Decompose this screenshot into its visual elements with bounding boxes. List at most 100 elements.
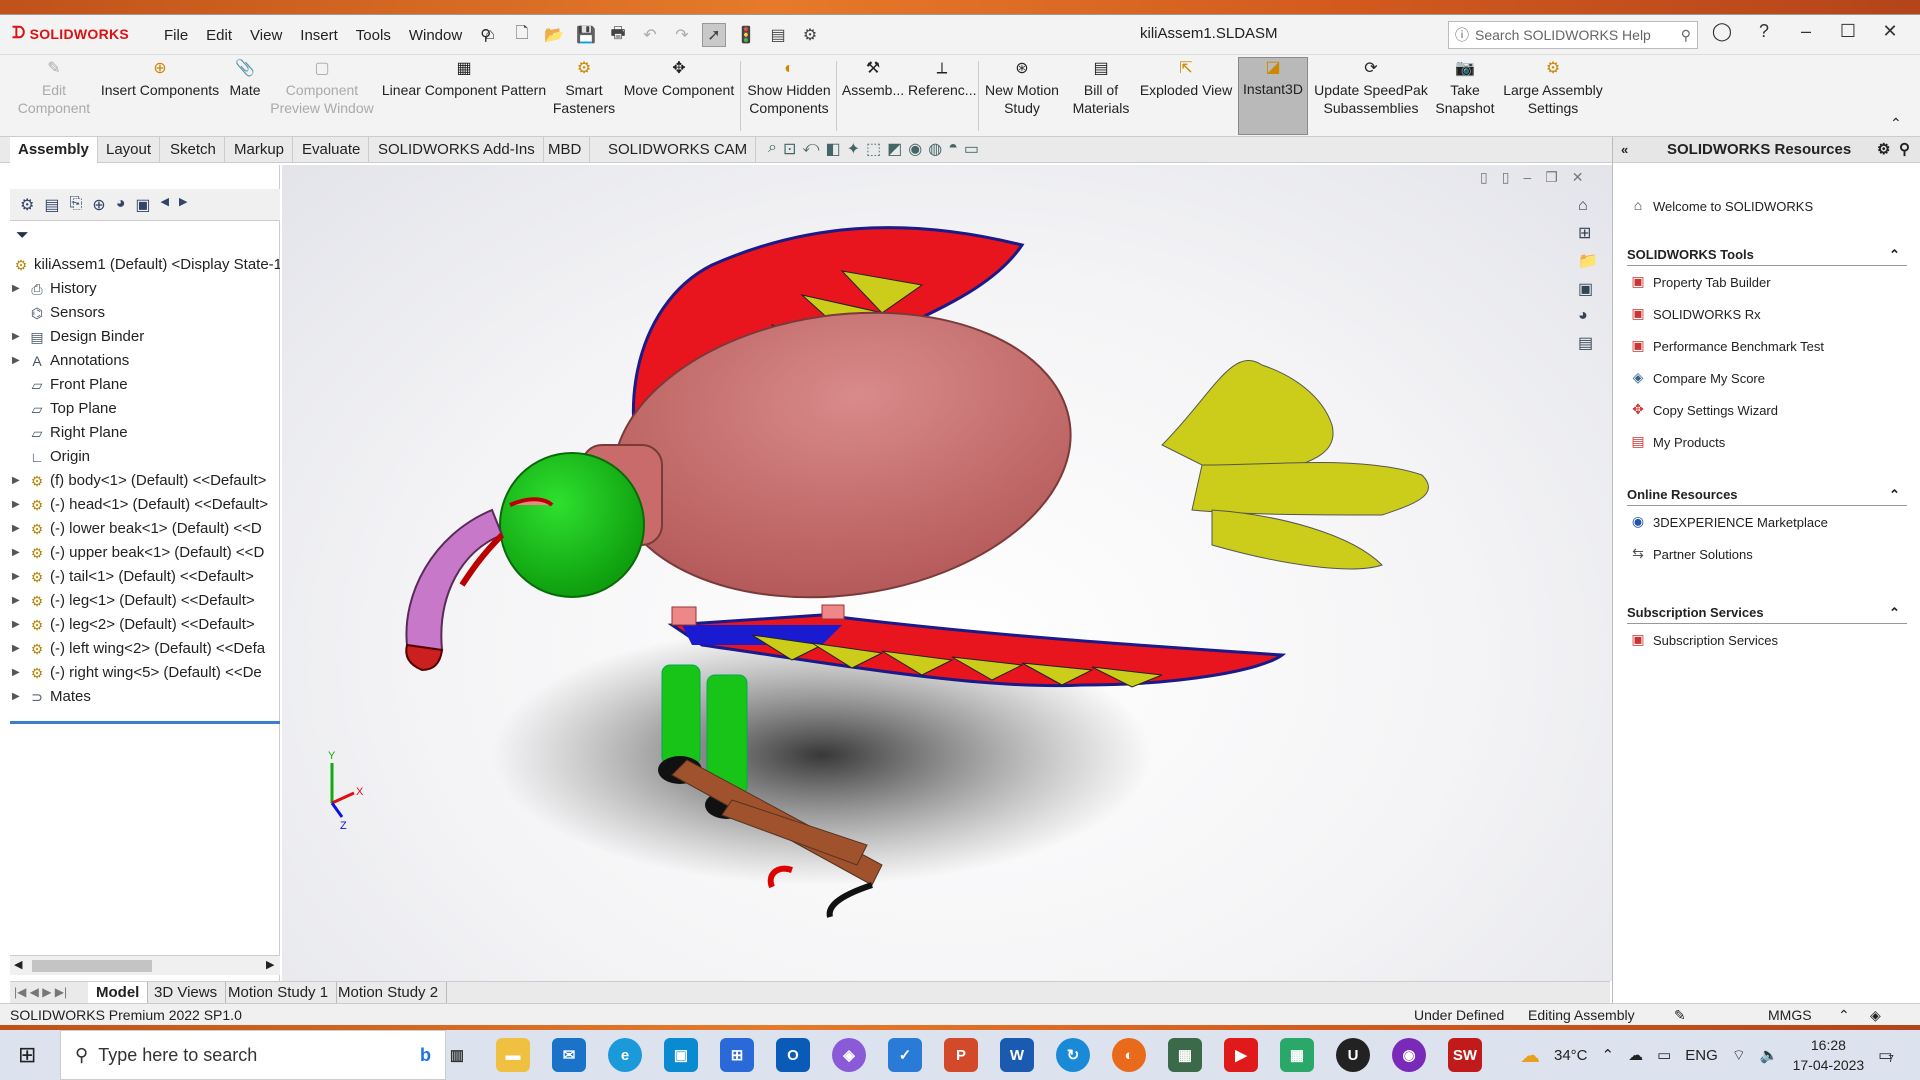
network-icon[interactable]: ☁	[1628, 1046, 1643, 1064]
tree-item[interactable]: ▶ ▤ Design Binder	[10, 325, 280, 349]
undo-icon[interactable]: ↶	[638, 23, 662, 47]
head[interactable]	[499, 452, 645, 598]
tree-item[interactable]: ▶ ⚙ (-) head<1> (Default) <<Default>	[10, 493, 280, 517]
collapse-pane-icon[interactable]: «	[1621, 137, 1628, 163]
options-gear-icon[interactable]: ⚙	[798, 23, 822, 47]
tab-cam[interactable]: SOLIDWORKS CAM	[600, 137, 757, 163]
weather-icon[interactable]: ☁	[1520, 1043, 1540, 1068]
take-snapshot-button[interactable]: 📷 Take Snapshot	[1432, 59, 1498, 117]
welcome-link[interactable]: ⌂ Welcome to SOLIDWORKS	[1629, 197, 1813, 215]
solidworks-rx-link[interactable]: ▣ SOLIDWORKS Rx	[1629, 305, 1760, 323]
tree-item[interactable]: ▶ ⚙ (-) tail<1> (Default) <<Default>	[10, 565, 280, 589]
edit-appearance-icon[interactable]: ◍	[928, 139, 942, 159]
large-assembly-settings-button[interactable]: ⚙ Large Assembly Settings	[1500, 59, 1606, 117]
bing-icon[interactable]: b	[420, 1045, 431, 1066]
file-explorer-icon[interactable]: 📁	[1578, 251, 1606, 271]
solidworks-taskbar-icon[interactable]: SW	[1448, 1038, 1482, 1072]
menu-file[interactable]: File	[155, 27, 197, 44]
horizontal-scrollbar[interactable]: ◀ ▶	[10, 955, 280, 975]
custom-properties-icon[interactable]: ▤	[1578, 333, 1606, 353]
customize-status-icon[interactable]: ◈	[1870, 1004, 1881, 1026]
units-dropdown-icon[interactable]: ⌃	[1838, 1004, 1850, 1026]
expand-arrow-icon[interactable]: ▶	[12, 637, 24, 661]
game-icon[interactable]: ◉	[1392, 1038, 1426, 1072]
dynamic-annotation-icon[interactable]: ✦	[847, 139, 860, 159]
compare-score-link[interactable]: ◈ Compare My Score	[1629, 369, 1765, 387]
tree-item[interactable]: ▱ Front Plane	[10, 373, 280, 397]
dimxpert-icon[interactable]: ⊕	[92, 195, 105, 214]
split-view-icon[interactable]: ▯	[1480, 169, 1488, 186]
menu-insert[interactable]: Insert	[291, 27, 347, 44]
scroll-left-icon[interactable]: ◀	[160, 195, 168, 214]
mate-button[interactable]: 📎 Mate	[222, 59, 268, 99]
taskbar-search-input[interactable]: ⚲ Type here to search b	[60, 1030, 446, 1080]
expand-arrow-icon[interactable]: ▶	[12, 277, 24, 301]
select-arrow-icon[interactable]: ➚	[702, 23, 726, 47]
viewport-minimize-icon[interactable]: –	[1523, 169, 1531, 186]
language-indicator[interactable]: ENG	[1685, 1047, 1718, 1064]
word-icon[interactable]: W	[1000, 1038, 1034, 1072]
tab-mbd[interactable]: MBD	[540, 137, 591, 163]
todo-icon[interactable]: ✓	[888, 1038, 922, 1072]
component-preview-window-button[interactable]: ▢ Component Preview Window	[270, 59, 374, 117]
outlook-icon[interactable]: O	[776, 1038, 810, 1072]
tree-item[interactable]: ▶ ⊃ Mates	[10, 685, 280, 709]
tab-motion-study-2[interactable]: Motion Study 2	[330, 982, 448, 1004]
tree-item[interactable]: ∟ Origin	[10, 445, 280, 469]
home-icon[interactable]: ⌂	[478, 23, 502, 47]
tree-item[interactable]: ▶ ⚙ (-) leg<2> (Default) <<Default>	[10, 613, 280, 637]
save-icon[interactable]: 💾	[574, 23, 598, 47]
collapse-ribbon-icon[interactable]: ⌃	[1890, 115, 1902, 132]
battery-icon[interactable]: ▭	[1657, 1046, 1671, 1064]
tree-item[interactable]: ▶ ⚙ (-) leg<1> (Default) <<Default>	[10, 589, 280, 613]
tools-section-header[interactable]: SOLIDWORKS Tools ⌃	[1627, 247, 1907, 266]
viewport-restore-icon[interactable]: ❐	[1545, 169, 1558, 186]
edit-component-button[interactable]: ✎ Edit Component	[6, 59, 102, 117]
marketplace-link[interactable]: ◉ 3DEXPERIENCE Marketplace	[1629, 513, 1828, 531]
youtube-icon[interactable]: ▶	[1224, 1038, 1258, 1072]
rollback-bar[interactable]	[10, 721, 280, 724]
partner-solutions-link[interactable]: ⇆ Partner Solutions	[1629, 545, 1753, 563]
sheets-icon[interactable]: ▦	[1280, 1038, 1314, 1072]
online-section-header[interactable]: Online Resources ⌃	[1627, 487, 1907, 506]
scroll-right-icon[interactable]: ▶	[179, 195, 187, 214]
scroll-thumb[interactable]	[32, 960, 152, 972]
expand-arrow-icon[interactable]: ▶	[12, 613, 24, 637]
open-folder-icon[interactable]: 📂	[542, 23, 566, 47]
print-icon[interactable]: 🖶	[606, 23, 630, 47]
filter-icon[interactable]: ⏷	[16, 227, 29, 245]
clock[interactable]: 16:28 17-04-2023	[1793, 1035, 1865, 1075]
apply-scene-icon[interactable]: ◓	[948, 139, 958, 159]
tree-item[interactable]: ▶ A Annotations	[10, 349, 280, 373]
solidworks-logo[interactable]: ᗪ SOLIDWORKS	[12, 25, 129, 43]
menu-edit[interactable]: Edit	[197, 27, 241, 44]
hide-show-icon[interactable]: ◉	[908, 139, 922, 159]
property-manager-icon[interactable]: ▤	[44, 195, 59, 214]
unity-icon[interactable]: U	[1336, 1038, 1370, 1072]
file-properties-icon[interactable]: ▤	[766, 23, 790, 47]
move-component-button[interactable]: ✥ Move Component	[620, 59, 738, 99]
temperature[interactable]: 34°C	[1554, 1047, 1588, 1064]
expand-arrow-icon[interactable]: ▶	[12, 493, 24, 517]
zoom-area-icon[interactable]: ⊡	[783, 139, 796, 159]
copy-settings-link[interactable]: ✥ Copy Settings Wizard	[1629, 401, 1778, 419]
minimize-button[interactable]: –	[1794, 21, 1818, 42]
menu-tools[interactable]: Tools	[347, 27, 400, 44]
tab-sketch[interactable]: Sketch	[162, 137, 225, 163]
help-search-input[interactable]: ⓘ Search SOLIDWORKS Help ⚲	[1448, 21, 1698, 49]
maximize-button[interactable]: ☐	[1836, 21, 1860, 42]
tab-markup[interactable]: Markup	[226, 137, 294, 163]
pin-pane-icon[interactable]: ⚲	[1899, 137, 1910, 163]
display-manager-icon[interactable]: ◕	[116, 195, 126, 214]
subscription-section-header[interactable]: Subscription Services ⌃	[1627, 605, 1907, 624]
edge-icon[interactable]: e	[608, 1038, 642, 1072]
tail[interactable]	[1161, 359, 1429, 570]
property-tab-builder-link[interactable]: ▣ Property Tab Builder	[1629, 273, 1770, 291]
graphics-area[interactable]: Y X Z ▯ ▯ – ❐ ✕	[282, 165, 1612, 981]
resources-home-icon[interactable]: ⌂	[1578, 197, 1606, 215]
pane-options-icon[interactable]: ⚙	[1877, 137, 1890, 163]
section-view-icon[interactable]: ◧	[825, 139, 840, 159]
feature-tree-tab-icon[interactable]: ⚙	[20, 195, 34, 214]
tree-item[interactable]: ⌬ Sensors	[10, 301, 280, 325]
new-motion-study-button[interactable]: ⊛ New Motion Study	[980, 59, 1064, 117]
